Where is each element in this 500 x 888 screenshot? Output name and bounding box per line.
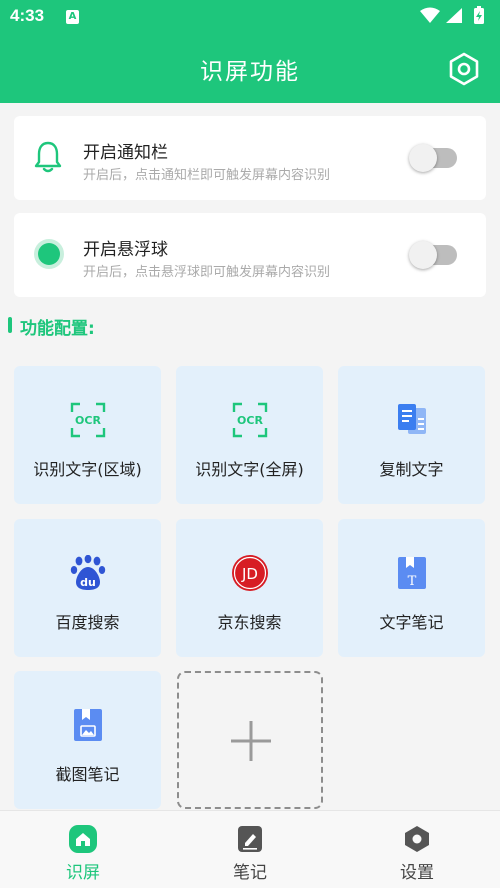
notification-bar-title: 开启通知栏 xyxy=(83,143,168,163)
floating-ball-toggle[interactable] xyxy=(409,241,457,269)
svg-text:du: du xyxy=(80,576,96,589)
settings-hex-icon xyxy=(403,825,431,853)
tile-screenshot-note[interactable]: 截图笔记 xyxy=(14,671,161,809)
nav-item-settings[interactable]: 设置 xyxy=(334,811,500,888)
note-icon xyxy=(236,825,264,853)
tile-label: 截图笔记 xyxy=(55,765,120,784)
toggle-knob xyxy=(409,144,437,172)
tile-jd-search[interactable]: JD 京东搜索 xyxy=(176,519,323,657)
nav-label: 设置 xyxy=(400,863,434,883)
floating-ball-subtitle: 开启后，点击悬浮球即可触发屏幕内容识别 xyxy=(83,265,331,280)
tile-label: 识别文字(区域) xyxy=(33,460,142,479)
tile-baidu-search[interactable]: du 百度搜索 xyxy=(14,519,161,657)
add-function-tile[interactable] xyxy=(177,671,323,809)
svg-text:OCR: OCR xyxy=(237,414,263,427)
wifi-signal-battery-icon xyxy=(420,6,484,24)
status-time: 4:33 xyxy=(10,6,45,25)
notification-bar-toggle[interactable] xyxy=(409,144,457,172)
page-title: 识屏功能 xyxy=(200,59,300,85)
ocr-icon: OCR xyxy=(232,402,268,438)
toggle-knob xyxy=(409,241,437,269)
notification-bar-subtitle: 开启后，点击通知栏即可触发屏幕内容识别 xyxy=(83,168,331,183)
floating-ball-card: 开启悬浮球 开启后，点击悬浮球即可触发屏幕内容识别 xyxy=(14,213,486,297)
text-note-icon: T xyxy=(394,555,430,591)
tile-copy-text[interactable]: 复制文字 xyxy=(338,366,485,504)
settings-icon[interactable] xyxy=(447,52,481,90)
tile-ocr-fullscreen[interactable]: OCR 识别文字(全屏) xyxy=(176,366,323,504)
svg-text:T: T xyxy=(408,574,417,589)
status-bar: 4:33 A xyxy=(0,0,500,34)
nav-item-notes[interactable]: 笔记 xyxy=(167,811,333,888)
tile-text-note[interactable]: T 文字笔记 xyxy=(338,519,485,657)
app-header: 4:33 A 识屏功能 xyxy=(0,0,500,103)
home-icon xyxy=(69,825,97,853)
jd-icon: JD xyxy=(232,555,268,591)
svg-text:JD: JD xyxy=(241,565,258,583)
tile-label: 百度搜索 xyxy=(55,613,120,632)
copy-text-icon xyxy=(394,402,430,438)
bell-icon xyxy=(32,140,64,178)
notification-a-icon: A xyxy=(66,10,79,24)
ocr-icon: OCR xyxy=(70,402,106,438)
svg-text:OCR: OCR xyxy=(75,414,101,427)
section-label: 功能配置: xyxy=(20,319,95,339)
status-icons xyxy=(418,6,492,31)
nav-label: 识屏 xyxy=(66,863,100,883)
tile-label: 复制文字 xyxy=(379,460,444,479)
tile-label: 文字笔记 xyxy=(379,613,444,632)
section-marker xyxy=(8,317,12,333)
notification-bar-card: 开启通知栏 开启后，点击通知栏即可触发屏幕内容识别 xyxy=(14,116,486,200)
bottom-nav: 识屏 笔记 设置 xyxy=(0,810,500,888)
baidu-icon: du xyxy=(70,554,106,591)
plus-icon xyxy=(229,719,273,767)
tile-ocr-region[interactable]: OCR 识别文字(区域) xyxy=(14,366,161,504)
floating-ball-icon xyxy=(32,237,66,275)
tile-label: 识别文字(全屏) xyxy=(195,460,304,479)
nav-label: 笔记 xyxy=(233,863,267,883)
floating-ball-title: 开启悬浮球 xyxy=(83,240,168,260)
tile-label: 京东搜索 xyxy=(217,613,282,632)
nav-item-recognize[interactable]: 识屏 xyxy=(0,811,166,888)
screenshot-note-icon xyxy=(70,707,106,743)
